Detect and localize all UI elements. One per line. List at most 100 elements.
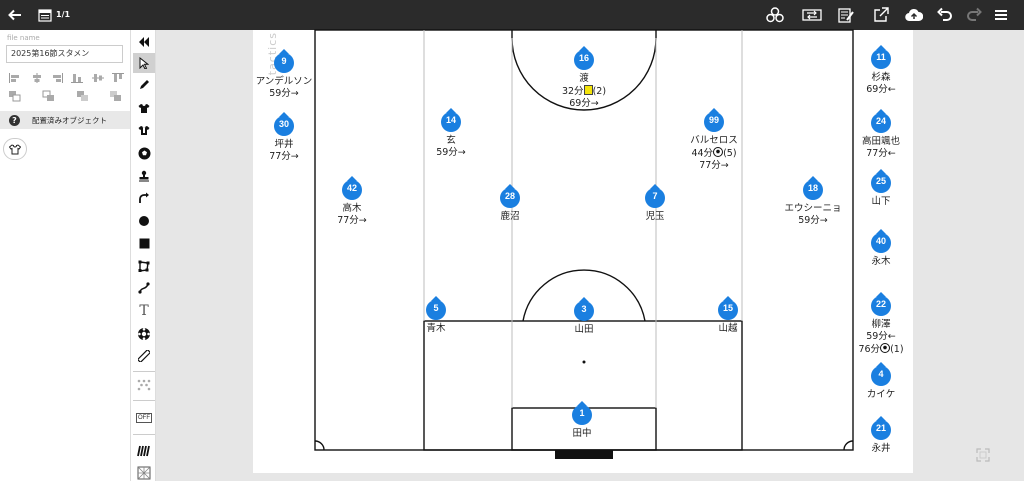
- player-name: 田中: [572, 428, 592, 439]
- player-bench-left-30[interactable]: 30 坪井 77分→: [244, 112, 324, 163]
- player-note: 59分→: [244, 88, 324, 100]
- yellow-card-icon: [583, 85, 593, 95]
- player-pitch-99[interactable]: 99 バルセロス 44分 (5) 77分→: [674, 108, 754, 172]
- sub-note: 69分→: [569, 98, 599, 109]
- player-name: 高田颯也: [861, 136, 900, 147]
- sub-note: 77分→: [269, 151, 299, 162]
- player-number: 28: [504, 191, 515, 201]
- player-note: 59分←: [841, 331, 921, 343]
- player-pitch-7[interactable]: 7 児玉: [615, 184, 695, 223]
- player-name: 坪井: [274, 139, 294, 150]
- player-pin-icon: 11: [871, 45, 891, 71]
- player-note: 59分→: [411, 147, 491, 159]
- player-note: 77分→: [312, 215, 392, 227]
- player-name: 山越: [718, 323, 738, 334]
- player-name: アンデルソン: [255, 76, 313, 87]
- player-name: 高木: [342, 203, 362, 214]
- player-pin-icon: 4: [871, 362, 891, 388]
- player-bench-left-9[interactable]: 9 アンデルソン 59分→: [244, 49, 324, 100]
- player-note: 69分→: [544, 98, 624, 110]
- player-note: 77分←: [841, 148, 921, 160]
- player-number: 99: [708, 115, 719, 125]
- player-number: 15: [722, 303, 733, 313]
- player-number: 1: [579, 408, 585, 418]
- player-bench-right-40[interactable]: 40 永木: [841, 229, 921, 268]
- player-number: 30: [278, 119, 289, 129]
- player-number: 16: [578, 53, 589, 63]
- player-pin-icon: 30: [274, 112, 294, 138]
- event-count: (5): [723, 148, 737, 159]
- fit-screen-icon[interactable]: [976, 447, 990, 462]
- player-name: 永井: [871, 443, 891, 454]
- player-pin-icon: 14: [441, 108, 461, 134]
- sub-note: 59分←: [866, 331, 896, 342]
- player-pin-icon: 25: [871, 169, 891, 195]
- event-time: 76分: [858, 344, 881, 355]
- player-bench-right-25[interactable]: 25 山下: [841, 169, 921, 208]
- player-note: 59分→: [773, 215, 853, 227]
- player-bench-right-11[interactable]: 11 杉森 69分←: [841, 45, 921, 96]
- player-pin-icon: 5: [426, 296, 446, 322]
- event-time: 32分: [561, 86, 584, 97]
- player-pin-icon: 28: [500, 184, 520, 210]
- player-pitch-28[interactable]: 28 鹿沼: [470, 184, 550, 223]
- player-bench-right-21[interactable]: 21 永井: [841, 416, 921, 455]
- player-bench-right-24[interactable]: 24 高田颯也 77分←: [841, 109, 921, 160]
- goal-ball-icon: [880, 343, 891, 353]
- sub-note: 59分→: [436, 147, 466, 158]
- player-number: 18: [807, 183, 818, 193]
- player-number: 40: [875, 236, 886, 246]
- sub-note: 77分→: [699, 160, 729, 171]
- player-pin-icon: 7: [645, 184, 665, 210]
- player-name: 玄: [446, 135, 456, 146]
- player-pin-icon: 18: [803, 176, 823, 202]
- event-time: 44分: [691, 148, 714, 159]
- player-number: 7: [652, 191, 658, 201]
- player-name: 山田: [574, 324, 594, 335]
- sub-note: 59分→: [269, 88, 299, 99]
- player-note: 69分←: [841, 84, 921, 96]
- player-pitch-5[interactable]: 5 青木: [396, 296, 476, 335]
- player-pin-icon: 99: [704, 108, 724, 134]
- player-number: 9: [281, 56, 287, 66]
- player-number: 42: [346, 183, 357, 193]
- player-number: 11: [876, 52, 886, 62]
- player-number: 4: [878, 369, 884, 379]
- player-number: 25: [875, 176, 886, 186]
- player-name: 永木: [871, 256, 891, 267]
- player-pin-icon: 24: [871, 109, 891, 135]
- player-pin-icon: 40: [871, 229, 891, 255]
- player-pitch-42[interactable]: 42 高木 77分→: [312, 176, 392, 227]
- player-pitch-3[interactable]: 3 山田: [544, 297, 624, 336]
- player-bench-right-4[interactable]: 4 カイケ: [841, 362, 921, 401]
- player-note: 44分 (5): [674, 147, 754, 160]
- player-pin-icon: 42: [342, 176, 362, 202]
- event-count: (2): [592, 86, 607, 97]
- goal-ball-icon: [713, 147, 724, 157]
- player-number: 24: [875, 116, 886, 126]
- player-pin-icon: 16: [574, 46, 594, 72]
- player-name: 渡: [579, 73, 589, 84]
- sub-note: 69分←: [866, 84, 896, 95]
- sub-note: 59分→: [798, 215, 828, 226]
- player-number: 22: [875, 299, 886, 309]
- player-number: 3: [581, 304, 587, 314]
- player-name: バルセロス: [690, 135, 738, 146]
- player-pin-icon: 9: [274, 49, 294, 75]
- player-name: 青木: [426, 323, 446, 334]
- player-pin-icon: 21: [871, 416, 891, 442]
- player-pin-icon: 3: [574, 297, 594, 323]
- player-bench-right-22[interactable]: 22 柳澤 59分← 76分 (1): [841, 292, 921, 356]
- player-pitch-1[interactable]: 1 田中: [542, 401, 622, 440]
- player-name: カイケ: [866, 389, 896, 400]
- player-pitch-14[interactable]: 14 玄 59分→: [411, 108, 491, 159]
- player-pitch-15[interactable]: 15 山越: [688, 296, 768, 335]
- player-pin-icon: 1: [572, 401, 592, 427]
- player-number: 21: [875, 423, 886, 433]
- player-note: 77分→: [244, 151, 324, 163]
- player-pin-icon: 22: [871, 292, 891, 318]
- player-note: 76分 (1): [841, 343, 921, 356]
- player-number: 14: [445, 115, 456, 125]
- player-pitch-16[interactable]: 16 渡 32分 (2) 69分→: [544, 46, 624, 110]
- sub-note: 77分←: [866, 148, 896, 159]
